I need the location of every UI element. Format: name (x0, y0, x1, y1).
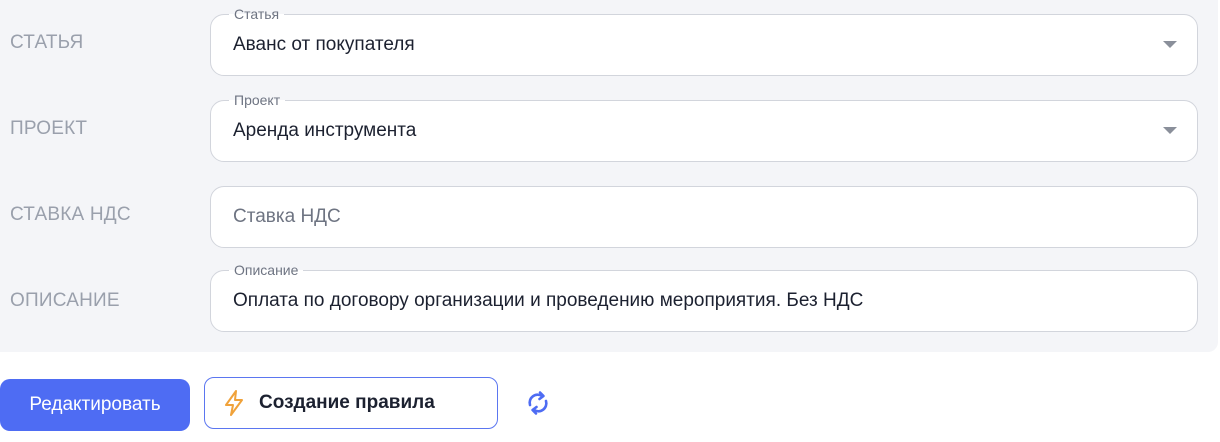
project-value: Аренда инструмента (233, 120, 417, 141)
chevron-down-icon[interactable] (1163, 41, 1177, 48)
row-label-vat: СТАВКА НДС (10, 204, 131, 225)
row-description: ОПИСАНИЕ Описание Оплата по договору орг… (0, 258, 1218, 344)
row-label-description: ОПИСАНИЕ (10, 290, 120, 311)
article-select[interactable]: Статья Аванс от покупателя (210, 5, 1198, 76)
form-panel: СТАТЬЯ Статья Аванс от покупателя ПРОЕКТ… (0, 0, 1218, 352)
vat-input[interactable] (233, 187, 1133, 247)
create-rule-button[interactable]: Создание правила (204, 377, 498, 429)
description-value[interactable]: Оплата по договору организации и проведе… (233, 271, 863, 331)
article-value: Аванс от покупателя (233, 34, 415, 55)
edit-button[interactable]: Редактировать (0, 379, 190, 431)
chevron-down-icon[interactable] (1163, 127, 1177, 134)
refresh-icon[interactable] (524, 389, 552, 417)
action-bar: Редактировать Создание правила (0, 377, 1220, 431)
lightning-icon (225, 390, 243, 416)
row-project: ПРОЕКТ Проект Аренда инструмента (0, 86, 1218, 172)
row-label-article: СТАТЬЯ (10, 32, 84, 53)
create-rule-label: Создание правила (259, 392, 435, 413)
description-field[interactable]: Описание Оплата по договору организации … (210, 261, 1198, 332)
row-label-project: ПРОЕКТ (10, 118, 88, 139)
project-select[interactable]: Проект Аренда инструмента (210, 91, 1198, 162)
vat-field[interactable] (210, 186, 1198, 248)
row-vat: СТАВКА НДС (0, 172, 1218, 258)
row-article: СТАТЬЯ Статья Аванс от покупателя (0, 0, 1218, 86)
